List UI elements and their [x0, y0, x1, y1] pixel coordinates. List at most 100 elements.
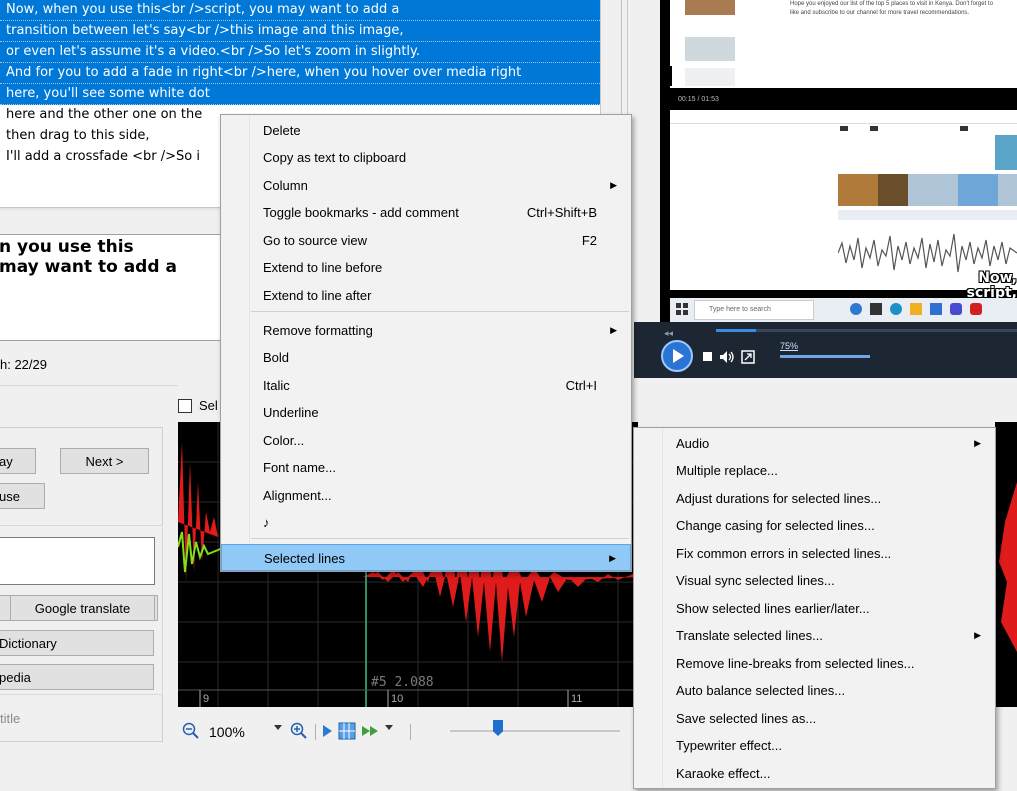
video-preview[interactable]: Hope you enjoyed our list of the top 5 p… — [660, 0, 1017, 322]
position-slider-track[interactable] — [450, 730, 620, 732]
video-clip — [878, 174, 908, 206]
app-icon[interactable] — [850, 303, 862, 315]
waveform-marker-label: #5 2.088 — [371, 675, 434, 690]
menu-item-font-name[interactable]: Font name... — [221, 454, 631, 481]
submenu-arrow-icon: ▶ — [610, 180, 617, 190]
menu-item-label: Translate selected lines... — [676, 628, 823, 643]
stop-icon[interactable] — [703, 352, 712, 361]
app-icon[interactable] — [970, 303, 982, 315]
submenu-item-adjust-durations[interactable]: Adjust durations for selected lines... — [634, 485, 995, 512]
submenu-item-change-casing[interactable]: Change casing for selected lines... — [634, 512, 995, 539]
taskbar-search[interactable]: Type here to search — [694, 300, 814, 320]
submenu-item-typewriter[interactable]: Typewriter effect... — [634, 732, 995, 759]
submenu-item-translate[interactable]: Translate selected lines... ▶ — [634, 622, 995, 649]
editor-line-2: may want to add a — [0, 257, 177, 277]
menu-item-label: Auto balance selected lines... — [676, 683, 846, 698]
menu-item-extend-before[interactable]: Extend to line before — [221, 254, 631, 281]
menu-item-shortcut: Ctrl+I — [565, 378, 597, 393]
right-frame-area — [629, 378, 1017, 422]
progress-track[interactable] — [756, 329, 1017, 332]
video-clip — [995, 135, 1017, 170]
menu-item-music-note[interactable]: ♪ — [221, 509, 631, 536]
menu-item-delete[interactable]: Delete — [221, 117, 631, 144]
fast-forward-icon[interactable] — [361, 723, 383, 739]
app-icon[interactable] — [930, 303, 942, 315]
subtitle-text-editor[interactable]: n you use this may want to add a — [0, 234, 248, 341]
play-button-icon[interactable] — [660, 339, 694, 373]
chevron-down-icon[interactable] — [385, 723, 393, 731]
menu-item-label: Remove formatting — [263, 323, 373, 338]
submenu-arrow-icon: ▶ — [974, 630, 981, 640]
subtitle-row[interactable]: here, you'll see some white dot — [0, 84, 600, 105]
thumbnail-image — [685, 0, 735, 15]
subtitle-row[interactable]: transition between let's say<br />this i… — [0, 21, 600, 42]
toolbar-separator — [410, 724, 411, 740]
play-icon[interactable] — [321, 724, 333, 738]
zoom-value[interactable]: 100% — [209, 724, 245, 740]
submenu-item-show-earlier-later[interactable]: Show selected lines earlier/later... — [634, 595, 995, 622]
menu-item-label: Typewriter effect... — [676, 738, 782, 753]
audio-waveform-right[interactable] — [995, 422, 1017, 707]
app-icon[interactable] — [910, 303, 922, 315]
zoom-out-icon[interactable] — [182, 722, 200, 740]
pause-button[interactable]: use — [0, 483, 45, 509]
grid-icon[interactable] — [338, 722, 356, 740]
menu-item-label: Audio — [676, 436, 710, 451]
subtitle-row[interactable]: or even let's assume it's a video.<br />… — [0, 42, 600, 63]
rewind-glyph: ◂◂ — [664, 328, 674, 338]
app-icon[interactable] — [870, 303, 882, 315]
translate-input[interactable] — [0, 537, 155, 585]
menu-item-label: Font name... — [263, 460, 336, 475]
zoom-in-icon[interactable] — [290, 722, 308, 740]
timeline-marker — [870, 126, 878, 131]
text-cursor — [670, 66, 672, 86]
wikipedia-button[interactable]: pedia — [0, 664, 154, 690]
progress-bar[interactable] — [716, 329, 756, 332]
menu-item-color[interactable]: Color... — [221, 427, 631, 454]
menu-item-column[interactable]: Column ▶ — [221, 172, 631, 199]
volume-slider[interactable] — [780, 355, 870, 358]
submenu-item-audio[interactable]: Audio ▶ — [634, 430, 995, 457]
google-translate-label-button[interactable]: Google translate — [10, 595, 155, 621]
select-checkbox[interactable] — [178, 399, 192, 413]
app-icon[interactable] — [890, 303, 902, 315]
selected-lines-submenu: Audio ▶ Multiple replace... Adjust durati… — [633, 427, 996, 789]
play-button[interactable]: ay — [0, 448, 36, 474]
menu-item-label: Adjust durations for selected lines... — [676, 491, 882, 506]
menu-item-toggle-bookmarks[interactable]: Toggle bookmarks - add comment Ctrl+Shift… — [221, 199, 631, 226]
submenu-item-save-selected[interactable]: Save selected lines as... — [634, 705, 995, 732]
menu-item-label: Remove line-breaks from selected lines..… — [676, 656, 915, 671]
subtitle-row[interactable]: Now, when you use this<br />script, you … — [0, 0, 600, 21]
menu-item-label: Fix common errors in selected lines... — [676, 546, 892, 561]
position-slider-thumb[interactable] — [493, 720, 503, 736]
menu-item-selected-lines[interactable]: Selected lines ▶ — [221, 544, 631, 571]
next-button[interactable]: Next > — [60, 448, 149, 474]
menu-item-label: Karaoke effect... — [676, 766, 771, 781]
submenu-item-fix-common-errors[interactable]: Fix common errors in selected lines... — [634, 540, 995, 567]
menu-item-label: Color... — [263, 433, 305, 448]
menu-item-alignment[interactable]: Alignment... — [221, 482, 631, 509]
menu-item-copy-as-text[interactable]: Copy as text to clipboard — [221, 144, 631, 171]
submenu-item-auto-balance[interactable]: Auto balance selected lines... — [634, 677, 995, 704]
menu-item-label: ♪ — [263, 515, 270, 530]
app-icon[interactable] — [950, 303, 962, 315]
subtitle-row[interactable]: And for you to add a fade in right<br />… — [0, 63, 600, 84]
chevron-down-icon[interactable] — [274, 723, 282, 731]
volume-icon[interactable] — [719, 350, 735, 364]
dictionary-button[interactable]: Dictionary — [0, 630, 154, 656]
menu-item-underline[interactable]: Underline — [221, 399, 631, 426]
submenu-item-visual-sync[interactable]: Visual sync selected lines... — [634, 567, 995, 594]
submenu-item-remove-line-breaks[interactable]: Remove line-breaks from selected lines..… — [634, 650, 995, 677]
menu-item-italic[interactable]: Italic Ctrl+I — [221, 372, 631, 399]
video-timecode: 00:15 / 01:53 — [678, 96, 719, 103]
submenu-item-karaoke[interactable]: Karaoke effect... — [634, 760, 995, 787]
menu-item-label: Show selected lines earlier/later... — [676, 601, 870, 616]
fullscreen-icon[interactable] — [741, 350, 755, 364]
timeline-ruler — [670, 114, 1017, 124]
windows-start-icon[interactable] — [676, 303, 688, 315]
submenu-item-multiple-replace[interactable]: Multiple replace... — [634, 457, 995, 484]
menu-item-bold[interactable]: Bold — [221, 344, 631, 371]
menu-item-remove-formatting[interactable]: Remove formatting ▶ — [221, 317, 631, 344]
menu-item-go-to-source-view[interactable]: Go to source view F2 — [221, 227, 631, 254]
menu-item-extend-after[interactable]: Extend to line after — [221, 282, 631, 309]
